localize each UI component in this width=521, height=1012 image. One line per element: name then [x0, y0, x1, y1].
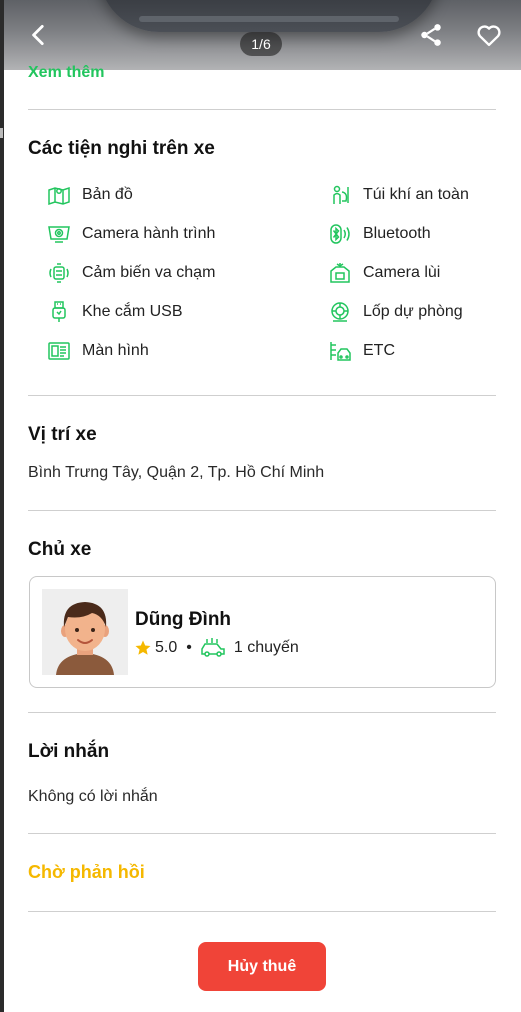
amenity-airbag: Túi khí an toàn [327, 181, 469, 209]
amenity-dashcam: Camera hành trình [46, 220, 215, 248]
car-image-carousel[interactable]: 1/6 [4, 0, 521, 70]
amenity-label: Camera lùi [363, 264, 441, 281]
message-text: Không có lời nhắn [28, 788, 158, 805]
location-title: Vị trí xe [28, 424, 97, 445]
chevron-left-icon [32, 24, 44, 46]
owner-trips: 1 chuyến [233, 639, 299, 656]
favorite-button[interactable] [472, 18, 506, 52]
collision-sensor-icon [46, 260, 72, 286]
amenity-collision-sensor: Cảm biến va chạm [46, 259, 215, 287]
amenity-map: Bản đồ [46, 181, 133, 209]
amenity-bluetooth: Bluetooth [327, 220, 431, 248]
trip-car-icon [201, 638, 225, 657]
amenity-usb: Khe cắm USB [46, 298, 182, 326]
amenity-screen: Màn hình [46, 337, 149, 365]
amenity-label: Cảm biến va chạm [82, 264, 216, 281]
dashcam-icon [46, 221, 72, 247]
screen-icon [46, 338, 72, 364]
amenity-label: Túi khí an toàn [363, 186, 469, 203]
trip-detail-screen: 1/6 Xem thêm Các tiện nghi trên xe Bản đ… [4, 0, 521, 1012]
amenity-etc: ETC [327, 337, 395, 365]
reverse-camera-icon [327, 260, 353, 286]
share-button[interactable] [414, 18, 448, 52]
car-photo [99, 0, 439, 32]
amenity-label: Màn hình [82, 342, 149, 359]
amenities-title: Các tiện nghi trên xe [28, 138, 215, 159]
amenity-label: Khe cắm USB [82, 303, 183, 320]
amenity-label: Bản đồ [82, 186, 133, 203]
star-icon [135, 640, 151, 655]
bluetooth-icon [327, 221, 353, 247]
owner-title: Chủ xe [28, 539, 92, 560]
map-icon [46, 182, 72, 208]
divider [28, 833, 496, 834]
message-title: Lời nhắn [28, 741, 110, 762]
edge-marker [0, 128, 3, 138]
image-counter: 1/6 [240, 32, 282, 56]
amenity-label: Bluetooth [363, 225, 431, 242]
owner-name: Dũng Đình [135, 609, 232, 630]
owner-rating: 5.0 [155, 639, 178, 656]
etc-icon [327, 338, 353, 364]
share-icon [421, 24, 441, 46]
location-address: Bình Trưng Tây, Quận 2, Tp. Hồ Chí Minh [28, 464, 325, 481]
meta-separator: • [186, 639, 192, 656]
divider [28, 510, 496, 511]
amenity-label: ETC [363, 342, 395, 359]
heart-icon [477, 25, 501, 47]
usb-icon [46, 299, 72, 325]
divider [28, 712, 496, 713]
cancel-booking-button[interactable]: Hủy thuê [198, 942, 326, 991]
show-more-link[interactable]: Xem thêm [28, 64, 104, 82]
airbag-icon [327, 182, 353, 208]
divider [28, 911, 496, 912]
divider [28, 395, 496, 396]
amenity-spare-tire: Lốp dự phòng [327, 298, 463, 326]
amenity-label: Lốp dự phòng [363, 303, 463, 320]
amenity-label: Camera hành trình [82, 225, 216, 242]
status-label: Chờ phản hồi [28, 862, 145, 882]
divider [28, 109, 496, 110]
owner-card[interactable]: Dũng Đình 5.0 • 1 chuyến [29, 576, 496, 688]
spare-tire-icon [327, 299, 353, 325]
back-button[interactable] [22, 18, 56, 52]
owner-stats: 5.0 • 1 chuyến [134, 637, 299, 659]
amenity-reverse-camera: Camera lùi [327, 259, 440, 287]
avatar [42, 589, 128, 675]
